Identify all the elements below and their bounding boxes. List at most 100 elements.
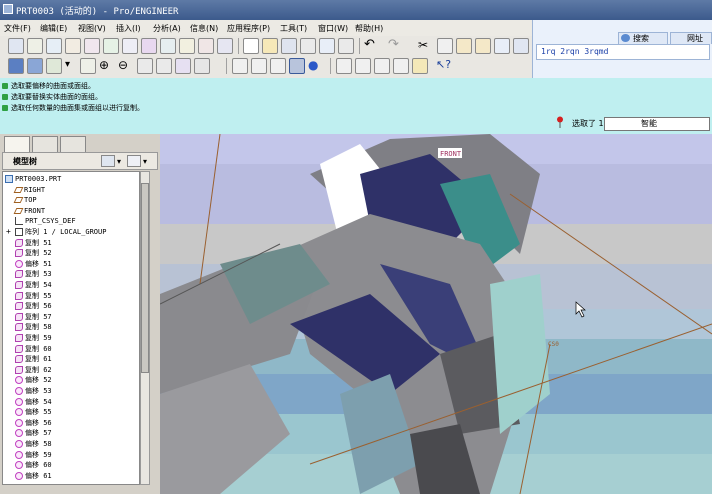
layer-tool-icon[interactable] bbox=[217, 38, 233, 54]
tree-item[interactable]: PRT0003.PRT bbox=[5, 174, 61, 184]
undo-icon[interactable]: ↶ bbox=[364, 38, 380, 54]
tree-item[interactable]: 复制 61 bbox=[15, 354, 52, 364]
new-file-icon[interactable] bbox=[243, 38, 259, 54]
pushpin-icon[interactable] bbox=[556, 116, 564, 128]
tree-item[interactable]: FRONT bbox=[13, 206, 45, 216]
grid-tool-icon[interactable] bbox=[46, 38, 62, 54]
paste-special-icon[interactable] bbox=[475, 38, 491, 54]
model-display-icon[interactable] bbox=[8, 58, 24, 74]
save-icon[interactable] bbox=[281, 38, 297, 54]
repaint-icon[interactable] bbox=[80, 58, 96, 74]
datum-points-display-icon[interactable] bbox=[374, 58, 390, 74]
cut-icon[interactable]: ✂ bbox=[418, 38, 434, 54]
tree-item[interactable]: + 阵列 1 / LOCAL_GROUP bbox=[6, 227, 106, 237]
display-tool-icon[interactable] bbox=[160, 38, 176, 54]
selection-filter-select[interactable]: 智能 bbox=[604, 117, 710, 131]
tree-item[interactable]: 偏移 53 bbox=[15, 386, 52, 396]
tree-scrollbar-thumb[interactable] bbox=[141, 183, 149, 373]
no-hidden-icon[interactable] bbox=[270, 58, 286, 74]
tree-item[interactable]: 偏移 51 bbox=[15, 259, 52, 269]
paste-icon[interactable] bbox=[456, 38, 472, 54]
tree-settings-icon[interactable] bbox=[101, 155, 115, 167]
texture-tool-icon[interactable] bbox=[122, 38, 138, 54]
coordinate-systems-display-icon[interactable] bbox=[393, 58, 409, 74]
menu-file[interactable]: 文件(F) bbox=[4, 23, 31, 34]
print-icon[interactable] bbox=[300, 38, 316, 54]
tree-item[interactable]: 偏移 52 bbox=[15, 375, 52, 385]
regenerate-icon[interactable] bbox=[494, 38, 510, 54]
menu-tools[interactable]: 工具(T) bbox=[280, 23, 307, 34]
tree-item[interactable]: 复制 56 bbox=[15, 301, 52, 311]
tree-item[interactable]: 复制 53 bbox=[15, 269, 52, 279]
wireframe-icon[interactable] bbox=[232, 58, 248, 74]
copy-icon[interactable] bbox=[437, 38, 453, 54]
color-palette-icon[interactable] bbox=[141, 38, 157, 54]
menu-info[interactable]: 信息(N) bbox=[190, 23, 218, 34]
saved-views-icon[interactable] bbox=[175, 58, 191, 74]
tree-item[interactable]: 偏移 59 bbox=[15, 450, 52, 460]
menu-applications[interactable]: 应用程序(P) bbox=[227, 23, 270, 34]
dropdown-arrow-icon[interactable]: ▾ bbox=[65, 58, 81, 74]
stack-tool-icon[interactable] bbox=[179, 38, 195, 54]
enhanced-realism-icon[interactable]: ● bbox=[308, 58, 324, 74]
tree-item[interactable]: 复制 54 bbox=[15, 280, 52, 290]
curve-tool-icon[interactable] bbox=[84, 38, 100, 54]
tree-item[interactable]: 复制 59 bbox=[15, 333, 52, 343]
menu-insert[interactable]: 插入(I) bbox=[116, 23, 141, 34]
menu-help[interactable]: 帮助(H) bbox=[355, 23, 383, 34]
tree-item[interactable]: PRT_CSYS_DEF bbox=[15, 216, 76, 226]
tree-item[interactable]: 复制 55 bbox=[15, 291, 52, 301]
show-columns-icon[interactable] bbox=[127, 155, 141, 167]
tree-item[interactable]: 复制 60 bbox=[15, 344, 52, 354]
reorient-icon[interactable] bbox=[156, 58, 172, 74]
datum-axis-tool-icon[interactable] bbox=[27, 38, 43, 54]
tree-item[interactable]: 偏移 57 bbox=[15, 428, 52, 438]
tree-item[interactable]: 偏移 60 bbox=[15, 460, 52, 470]
graphics-viewport[interactable]: FRONT CS0 bbox=[160, 134, 712, 494]
tree-item[interactable]: 复制 58 bbox=[15, 322, 52, 332]
layers-icon[interactable] bbox=[194, 58, 210, 74]
favorites-tab-icon[interactable] bbox=[60, 136, 86, 152]
tree-settings-dropdown-icon[interactable]: ▾ bbox=[117, 157, 121, 166]
datum-planes-display-icon[interactable] bbox=[336, 58, 352, 74]
zoom-out-icon[interactable]: ⊖ bbox=[118, 58, 134, 74]
hidden-line-icon[interactable] bbox=[251, 58, 267, 74]
open-folder-icon[interactable] bbox=[262, 38, 278, 54]
tree-item[interactable]: RIGHT bbox=[13, 185, 45, 195]
shading-icon[interactable] bbox=[289, 58, 305, 74]
tree-item[interactable]: 偏移 61 bbox=[15, 471, 52, 481]
wave-tool-icon[interactable] bbox=[103, 38, 119, 54]
find-icon[interactable] bbox=[513, 38, 529, 54]
command-input[interactable]: 1rq 2rqn 3rqmd bbox=[536, 44, 710, 60]
tree-item[interactable]: 复制 51 bbox=[15, 238, 52, 248]
tree-item[interactable]: 复制 52 bbox=[15, 248, 52, 258]
web-tab[interactable]: 网址 bbox=[670, 32, 712, 44]
expand-icon[interactable]: + bbox=[6, 227, 11, 237]
show-columns-dropdown-icon[interactable]: ▾ bbox=[143, 157, 147, 166]
menu-analysis[interactable]: 分析(A) bbox=[153, 23, 181, 34]
datum-plane-tool-icon[interactable] bbox=[8, 38, 24, 54]
spin-center-icon[interactable] bbox=[46, 58, 62, 74]
context-help-icon[interactable]: ↖? bbox=[436, 58, 452, 74]
surface-tool-icon[interactable] bbox=[65, 38, 81, 54]
tree-item[interactable]: 偏移 54 bbox=[15, 397, 52, 407]
tree-item[interactable]: 偏移 58 bbox=[15, 439, 52, 449]
window-icon[interactable] bbox=[338, 38, 354, 54]
tree-item[interactable]: 复制 62 bbox=[15, 365, 52, 375]
zoom-in-icon[interactable]: ⊕ bbox=[99, 58, 115, 74]
annotations-display-icon[interactable] bbox=[412, 58, 428, 74]
tree-item[interactable]: 复制 57 bbox=[15, 312, 52, 322]
relations-tool-icon[interactable] bbox=[198, 38, 214, 54]
model-tree-tab-icon[interactable] bbox=[4, 136, 30, 152]
orient-tool-icon[interactable] bbox=[27, 58, 43, 74]
folder-browser-tab-icon[interactable] bbox=[32, 136, 58, 152]
menu-view[interactable]: 视图(V) bbox=[78, 23, 106, 34]
menu-edit[interactable]: 编辑(E) bbox=[40, 23, 67, 34]
tree-item[interactable]: 偏移 55 bbox=[15, 407, 52, 417]
menu-window[interactable]: 窗口(W) bbox=[318, 23, 348, 34]
email-icon[interactable] bbox=[319, 38, 335, 54]
datum-axes-display-icon[interactable] bbox=[355, 58, 371, 74]
redo-icon[interactable]: ↷ bbox=[388, 38, 404, 54]
tree-item[interactable]: TOP bbox=[13, 195, 37, 205]
refit-icon[interactable] bbox=[137, 58, 153, 74]
